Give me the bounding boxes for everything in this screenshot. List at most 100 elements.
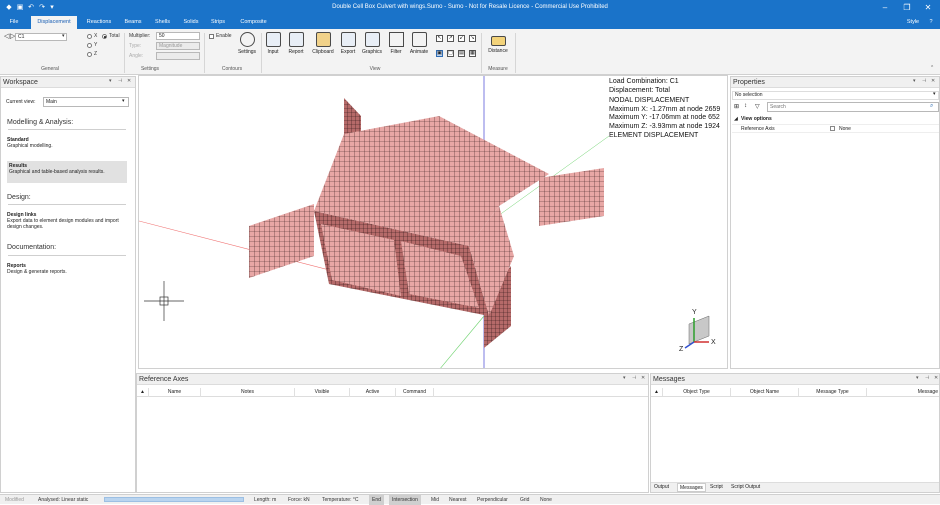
tab-strips[interactable]: Strips [207,16,229,29]
collapse-ribbon-icon[interactable]: ⌃ [930,65,934,71]
group-view-label: View [369,66,381,72]
graphics-viewport[interactable]: Y Z X Load Combination: C1 Displacement:… [138,75,728,369]
selection-select[interactable]: No selection [732,91,939,100]
property-checkbox[interactable] [830,126,835,131]
column-notes[interactable]: Notes [201,388,295,397]
view-side-icon[interactable]: ▤ [458,50,465,57]
radio-y-label: Y [94,42,98,48]
reference-axes-title: Reference Axes [139,376,189,383]
close-panel-icon[interactable]: ✕ [934,375,938,381]
panel-menu-icon[interactable]: ▾ [109,78,112,84]
ribbon-divider [124,33,125,73]
input-button[interactable]: Input [262,32,284,62]
workspace-item-results[interactable]: Results Graphical and table-based analys… [7,161,127,183]
view-top-icon[interactable]: ▦ [469,50,476,57]
tab-file[interactable]: File [3,16,25,29]
clipboard-button[interactable]: Clipboard [310,32,336,62]
column-message[interactable]: Message [867,388,939,396]
pin-icon[interactable]: ⊣ [632,375,636,381]
style-menu[interactable]: Style [903,16,923,29]
panel-menu-icon[interactable]: ▾ [916,375,919,381]
tab-output[interactable]: Output [654,483,669,492]
wing-wall-left [249,204,314,278]
type-select[interactable]: Magnitude [156,42,200,50]
prev-load-icon[interactable]: ◁ [4,32,9,40]
distance-button[interactable]: Distance [485,32,511,62]
radio-total[interactable] [102,34,107,39]
tab-reactions[interactable]: Reactions [83,16,115,29]
pan-icon[interactable]: ↘ [469,35,476,42]
minimize-icon[interactable]: – [880,3,890,13]
viewport-element-heading: ELEMENT DISPLACEMENT [609,132,699,139]
export-button[interactable]: Export [337,32,359,62]
tab-solids[interactable]: Solids [180,16,202,29]
categorized-icon[interactable]: ⊞ [734,103,739,110]
sort-alpha-icon[interactable]: ↕ [744,103,747,109]
animate-button[interactable]: Animate [408,32,430,62]
tab-composite[interactable]: Composite [235,16,272,29]
messages-title: Messages [653,376,685,383]
tab-script-output[interactable]: Script Output [731,483,760,492]
close-icon[interactable]: ✕ [923,3,933,13]
panel-menu-icon[interactable]: ▾ [623,375,626,381]
enable-contours-checkbox[interactable] [209,34,214,39]
graphics-button[interactable]: Graphics [360,32,384,62]
column-command[interactable]: Command [396,388,434,397]
close-panel-icon[interactable]: ✕ [641,375,645,381]
viewport-displacement-type: Displacement: Total [609,87,670,94]
column-name[interactable]: Name [149,388,201,397]
zoom-in-icon[interactable]: ↗ [447,35,454,42]
sort-icon: ▲ [137,388,149,397]
multiplier-input[interactable]: 50 [156,32,200,40]
tab-beams[interactable]: Beams [121,16,145,29]
radio-x[interactable] [87,34,92,39]
radio-z[interactable] [87,52,92,57]
pin-icon[interactable]: ⊣ [118,78,122,84]
pin-icon[interactable]: ⊣ [925,375,929,381]
input-icon [265,32,281,47]
column-active[interactable]: Active [350,388,396,397]
tab-script[interactable]: Script [710,483,723,492]
enable-contours-label: Enable [216,33,232,39]
workspace-item-design-links[interactable]: Design links Export data to element desi… [7,212,127,234]
pin-icon[interactable]: ⊣ [922,78,926,84]
properties-search-input[interactable] [767,102,939,112]
report-button[interactable]: Report [285,32,307,62]
column-object-name[interactable]: Object Name [731,388,799,396]
reference-axes-panel: Reference Axes ▾ ⊣ ✕ ▲ Name Notes Visibl… [136,373,649,493]
column-message-type[interactable]: Message Type [799,388,867,396]
viewport-load-combination: Load Combination: C1 [609,78,679,85]
workspace-item-reports[interactable]: Reports Design & generate reports. [7,263,127,279]
panel-menu-icon[interactable]: ▾ [913,78,916,84]
current-view-select[interactable]: Main [43,97,129,107]
view-3d-icon[interactable]: ▣ [436,50,443,57]
angle-input[interactable] [156,52,200,60]
filter-button[interactable]: Filter [385,32,407,62]
column-visible[interactable]: Visible [295,388,350,397]
workspace-item-standard[interactable]: Standard Graphical modelling. [7,137,127,153]
group-general-label: General [41,66,59,72]
help-icon[interactable]: ? [925,16,937,29]
expand-group-icon[interactable]: ◢ [734,116,738,122]
radio-y[interactable] [87,43,92,48]
close-panel-icon[interactable]: ✕ [127,78,131,84]
zoom-out-icon[interactable]: ↙ [458,35,465,42]
tab-shells[interactable]: Shells [150,16,175,29]
load-combination-select[interactable]: C1 [15,33,67,41]
group-contours-label: Contours [221,66,243,72]
view-front-icon[interactable]: ▢ [447,50,454,57]
tab-displacement[interactable]: Displacement [31,16,77,29]
filter-icon[interactable]: ▽ [755,103,760,110]
column-object-type[interactable]: Object Type [663,388,731,396]
radio-z-label: Z [94,51,98,57]
chevron-down-icon: ▾ [122,98,125,104]
close-panel-icon[interactable]: ✕ [931,78,935,84]
zoom-extents-icon[interactable]: ↖ [436,35,443,42]
property-row-reference-axis[interactable]: Reference Axis None [732,124,939,133]
play-icon [411,32,427,47]
tab-messages[interactable]: Messages [677,483,706,492]
contour-settings-button[interactable]: Settings [235,32,259,62]
search-icon: ⌕ [930,103,934,109]
properties-title: Properties [733,79,765,86]
restore-icon[interactable]: ❐ [902,3,912,13]
